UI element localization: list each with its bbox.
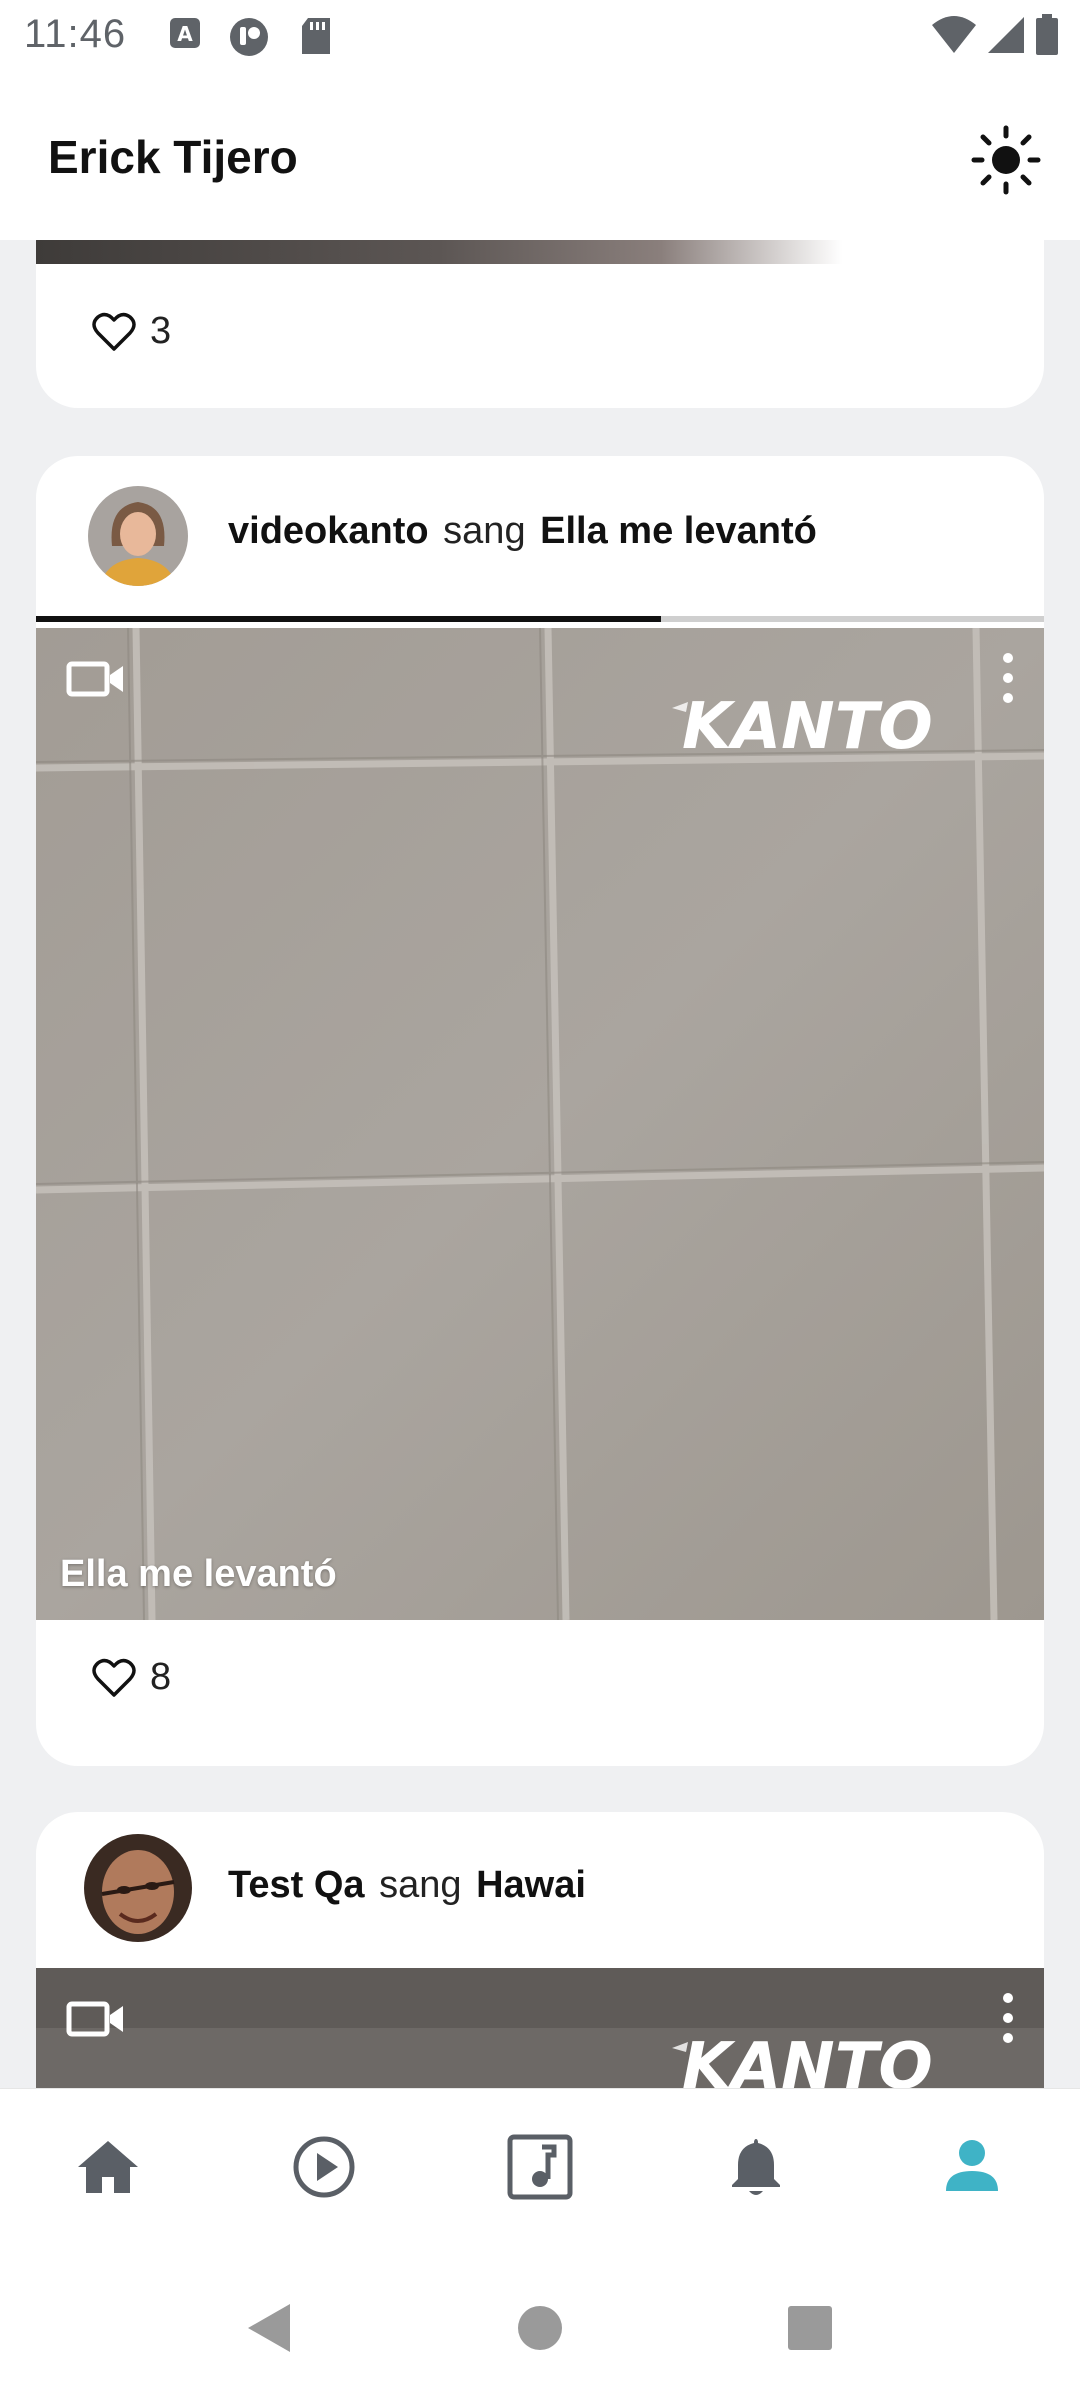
app-notification-icon bbox=[230, 18, 268, 56]
video-caption: Ella me levantó bbox=[60, 1553, 337, 1595]
song-link[interactable]: Ella me levantó bbox=[540, 510, 817, 552]
video-thumbnail-strip bbox=[36, 240, 1044, 264]
feed-card: videokanto sang Ella me levantó KANTO El… bbox=[36, 456, 1044, 1766]
status-icons bbox=[930, 14, 1060, 56]
svg-text:A: A bbox=[177, 22, 193, 46]
song-link[interactable]: Hawai bbox=[476, 1864, 586, 1906]
post-title: Test Qa sang Hawai bbox=[228, 1864, 586, 1907]
video-player[interactable]: KANTO Ella me levantó bbox=[36, 628, 1044, 1620]
video-frame bbox=[36, 628, 1044, 1620]
sun-icon[interactable] bbox=[970, 124, 1042, 196]
kanto-logo: KANTO bbox=[668, 2016, 948, 2088]
home-circle-icon[interactable] bbox=[512, 2300, 568, 2356]
post-title: videokanto sang Ella me levantó bbox=[228, 510, 817, 553]
play-icon[interactable] bbox=[288, 2131, 360, 2203]
person-icon[interactable] bbox=[936, 2131, 1008, 2203]
wifi-icon bbox=[932, 16, 976, 53]
like-count: 8 bbox=[150, 1656, 172, 1698]
progress-fill bbox=[36, 616, 661, 622]
avatar-image bbox=[88, 486, 188, 586]
heart-icon bbox=[92, 312, 136, 351]
system-navigation-bar bbox=[0, 2256, 1080, 2400]
a-badge-icon: A bbox=[170, 18, 200, 48]
feed-card: Test Qa sang Hawai KANTO bbox=[36, 1812, 1044, 2088]
bottom-navigation bbox=[0, 2088, 1080, 2256]
video-camera-icon bbox=[66, 2001, 123, 2037]
bell-icon[interactable] bbox=[720, 2131, 792, 2203]
post-verb: sang bbox=[379, 1864, 462, 1906]
username-link[interactable]: Test Qa bbox=[228, 1864, 365, 1906]
status-bar: 11:46 A bbox=[0, 0, 1080, 72]
card-header: videokanto sang Ella me levantó bbox=[36, 456, 1044, 616]
more-options-icon[interactable] bbox=[996, 650, 1020, 706]
recents-icon[interactable] bbox=[782, 2300, 838, 2356]
avatar[interactable] bbox=[84, 1834, 192, 1942]
battery-icon bbox=[1036, 14, 1058, 55]
signal-icon bbox=[988, 17, 1024, 53]
video-player[interactable]: KANTO bbox=[36, 1968, 1044, 2088]
back-icon[interactable] bbox=[242, 2300, 298, 2356]
home-icon[interactable] bbox=[72, 2131, 144, 2203]
avatar-image bbox=[84, 1834, 192, 1942]
playback-progress-bar[interactable] bbox=[36, 616, 1044, 622]
video-camera-icon bbox=[66, 661, 123, 697]
like-button[interactable]: 8 bbox=[92, 1656, 171, 1699]
svg-text:KANTO: KANTO bbox=[682, 2030, 933, 2088]
username-link[interactable]: videokanto bbox=[228, 510, 429, 552]
like-count: 3 bbox=[150, 310, 172, 352]
app-header: Erick Tijero bbox=[0, 72, 1080, 240]
svg-text:KANTO: KANTO bbox=[682, 690, 933, 764]
feed-card: 3 bbox=[36, 240, 1044, 408]
status-time: 11:46 bbox=[24, 12, 127, 56]
more-options-icon[interactable] bbox=[996, 1990, 1020, 2046]
like-button[interactable]: 3 bbox=[92, 310, 171, 353]
feed[interactable]: 3 videokanto sang Ella me levantó KANTO … bbox=[0, 240, 1080, 2088]
heart-icon bbox=[92, 1658, 136, 1697]
sd-card-icon bbox=[302, 18, 330, 54]
post-verb: sang bbox=[443, 510, 526, 552]
avatar[interactable] bbox=[88, 486, 188, 586]
card-header: Test Qa sang Hawai bbox=[36, 1812, 1044, 1972]
page-title: Erick Tijero bbox=[48, 131, 298, 183]
kanto-logo: KANTO bbox=[668, 676, 948, 766]
music-note-icon[interactable] bbox=[504, 2131, 576, 2203]
